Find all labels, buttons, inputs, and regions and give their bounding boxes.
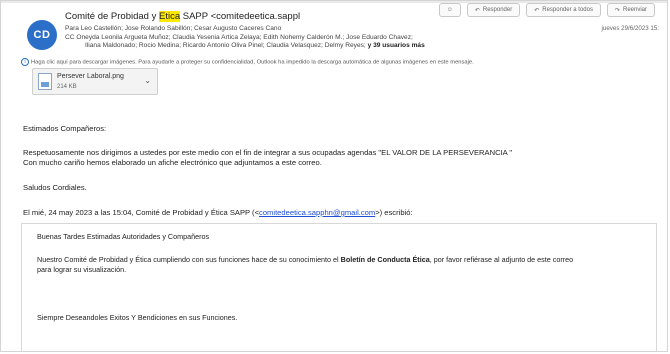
quoted-line-1-suffix: , por favor refiérase al adjunto de este… — [429, 255, 574, 264]
received-date: jueves 29/6/2023 15: — [601, 25, 659, 32]
more-recipients-link[interactable]: y 39 usuarios más — [368, 42, 425, 49]
email-reading-pane: CD Comité de Probidad y Etica SAPP <comi… — [0, 0, 668, 352]
sender-email-link[interactable]: comitedeetica.sapphn@gmail.com — [259, 208, 375, 217]
greeting: Estimados Compañeros: — [23, 124, 107, 133]
body-line-2: Con mucho cariño hemos elaborado un afic… — [23, 158, 322, 167]
info-icon: i — [21, 58, 29, 66]
chevron-down-icon[interactable]: ⌄ — [144, 76, 151, 85]
reply-button[interactable]: ↶ Responder — [466, 3, 521, 17]
quoted-message — [21, 223, 657, 351]
sender-prefix: Comité de Probidad y — [65, 11, 159, 22]
quoted-line-1: Nuestro Comité de Probidad y Ética cumpl… — [37, 255, 573, 264]
sender-avatar[interactable]: CD — [27, 20, 57, 50]
download-images-bar[interactable]: i Haga clic aquí para descargar imágenes.… — [21, 58, 474, 66]
reply-all-label: Responder a todos — [542, 7, 593, 13]
attachment-name: Persever Laboral.png — [57, 73, 124, 80]
emoji-reaction-button[interactable]: ☺ — [438, 3, 461, 17]
body-line-1: Respetuosamente nos dirigimos a ustedes … — [23, 148, 513, 157]
attachment-size: 214 KB — [57, 84, 77, 90]
quoted-closing: Siempre Deseandoles Exitos Y Bendiciones… — [37, 313, 238, 322]
forward-icon: ↷ — [614, 7, 620, 14]
cc-names: Iliana Maldonado; Rocio Medina; Ricardo … — [85, 42, 368, 49]
quoted-bulletin-name: Boletín de Conducta Ética — [340, 255, 430, 264]
quoted-line-2: para lograr su visualización. — [37, 265, 127, 274]
image-file-icon — [38, 73, 52, 90]
closing: Saludos Cordiales. — [23, 183, 87, 192]
cc-recipients-line1[interactable]: CC Oneyda Leonila Argueta Muñoz; Claudia… — [65, 34, 413, 41]
quote-header-suffix: >) escribió: — [375, 208, 413, 217]
reply-label: Responder — [482, 7, 513, 13]
sender-highlight: Etica — [159, 11, 181, 22]
to-recipients[interactable]: Para Leo Castellón; Jose Rolando Sabilló… — [65, 25, 281, 32]
info-bar-text: Haga clic aquí para descargar imágenes. … — [31, 59, 474, 66]
attachment-card[interactable]: Persever Laboral.png 214 KB ⌄ — [32, 68, 158, 95]
forward-label: Reenviar — [622, 7, 647, 13]
quote-header-prefix: El mié, 24 may 2023 a las 15:04, Comité … — [23, 208, 260, 217]
reply-all-icon: ↶ — [534, 7, 540, 14]
sender-suffix: SAPP <comitedeetica.sappl — [180, 11, 301, 22]
quote-header: El mié, 24 may 2023 a las 15:04, Comité … — [23, 208, 413, 217]
sender-name[interactable]: Comité de Probidad y Etica SAPP <comited… — [65, 11, 300, 22]
smile-icon: ☺ — [446, 7, 453, 13]
forward-button[interactable]: ↷ Reenviar — [606, 3, 655, 17]
message-actions: ☺ ↶ Responder ↶ Responder a todos ↷ Reenvia… — [438, 3, 655, 17]
reply-icon: ↶ — [474, 7, 480, 14]
quoted-greeting: Buenas Tardes Estimadas Autoridades y Co… — [37, 232, 210, 241]
cc-recipients-line2[interactable]: Iliana Maldonado; Rocio Medina; Ricardo … — [85, 42, 425, 49]
reply-all-button[interactable]: ↶ Responder a todos — [526, 3, 601, 17]
quoted-line-1-prefix: Nuestro Comité de Probidad y Ética cumpl… — [37, 255, 341, 264]
